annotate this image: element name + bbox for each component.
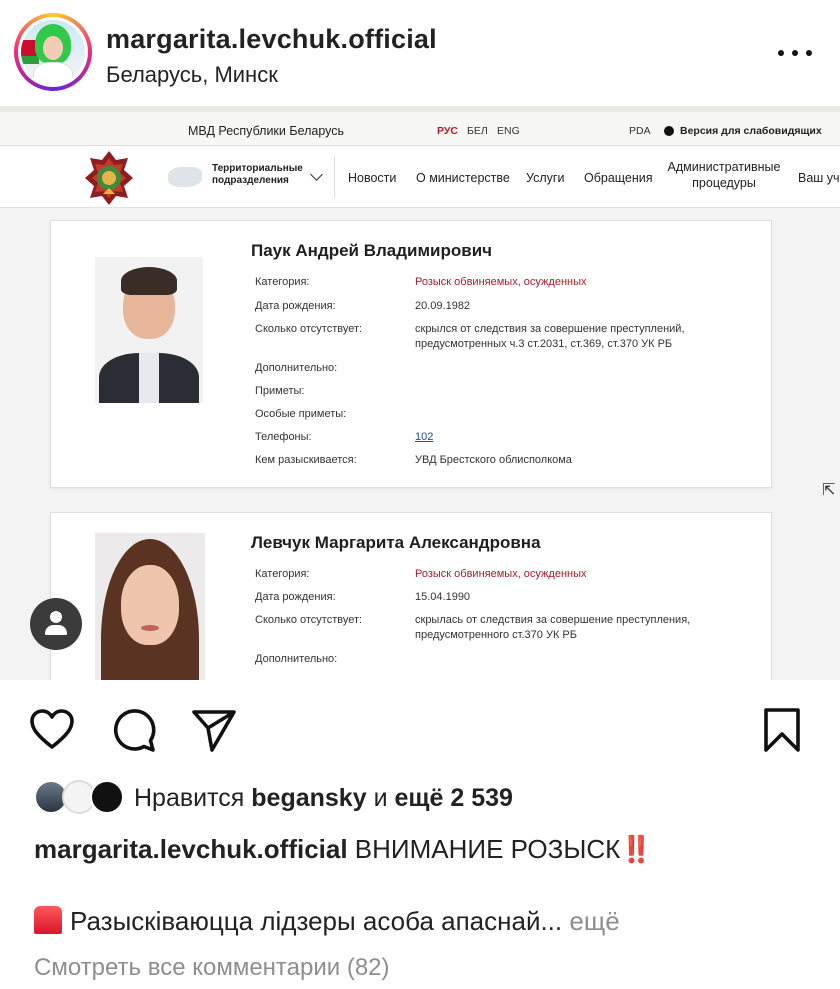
chevron-down-icon: [310, 168, 323, 181]
caption-more-link[interactable]: ещё: [569, 906, 619, 936]
nav-news: Новости: [348, 171, 397, 185]
label-extra: Дополнительно:: [255, 362, 338, 374]
person-photo: [95, 257, 203, 403]
value-birth: 15.04.1990: [415, 591, 471, 603]
post-image[interactable]: МВД Республики Беларусь РУС БЕЛ ENG PDA …: [0, 106, 840, 680]
wanted-card: Левчук Маргарита Александровна Категория…: [50, 512, 772, 680]
value-phones: 102: [415, 431, 434, 443]
person-name: Паук Андрей Владимирович: [251, 241, 493, 260]
likes-prefix: Нравится: [134, 784, 245, 812]
likes-text[interactable]: Нравится beganskу и ещё 2 539: [134, 784, 513, 813]
label-signs: Приметы:: [255, 385, 305, 397]
label-category: Категория:: [255, 276, 310, 288]
more-dots-icon[interactable]: [778, 50, 812, 58]
label-special: Особые приметы:: [255, 408, 347, 420]
caption-line2: Разыскiваюцца лiдзеры асоба апаснай... е…: [34, 906, 620, 937]
nav-services: Услуги: [526, 171, 565, 185]
heart-icon[interactable]: [28, 706, 76, 754]
site-title: МВД Республики Беларусь: [188, 124, 345, 138]
likes-row[interactable]: Нравится beganskу и ещё 2 539: [0, 778, 840, 818]
caption-line2-text: Разыскiваюцца лiдзеры асоба апаснай...: [70, 906, 563, 936]
nav-appeals: Обращения: [584, 171, 653, 185]
profile-avatar[interactable]: [14, 13, 92, 91]
likes-count[interactable]: ещё 2 539: [395, 784, 513, 812]
lang-bel: БЕЛ: [467, 125, 488, 137]
site-topbar: МВД Республики Беларусь РУС БЕЛ ENG PDA …: [0, 106, 840, 146]
site-nav: Территориальные подразделения Новости О м…: [0, 146, 840, 208]
send-icon[interactable]: [190, 706, 238, 754]
view-comments-link[interactable]: Смотреть все комментарии (82): [34, 954, 390, 982]
label-extra: Дополнительно:: [255, 653, 338, 665]
tagged-user-icon[interactable]: [30, 598, 82, 650]
wanted-card: Паук Андрей Владимирович Категория: Розы…: [50, 220, 772, 488]
label-phones: Телефоны:: [255, 431, 312, 443]
caption-text: ВНИМАНИЕ РОЗЫСК: [354, 834, 621, 864]
value-absent-line2: предусмотренных ч.3 ст.2031, ст.369, ст.…: [415, 338, 673, 350]
map-icon: [168, 167, 202, 187]
post-header: margarita.levchuk.official Беларусь, Мин…: [0, 0, 840, 106]
label-absent: Сколько отсутствует:: [255, 323, 363, 335]
label-birth: Дата рождения:: [255, 300, 336, 312]
lang-rus: РУС: [437, 125, 458, 137]
siren-icon: [34, 906, 62, 934]
value-searched-by: УВД Брестского облисполкома: [415, 454, 572, 466]
value-absent-line1: скрылся от следствия за совершение прест…: [415, 323, 685, 335]
cursor-icon: ⇱: [822, 482, 836, 499]
territorial-dropdown: Территориальные подразделения: [212, 163, 303, 186]
nav-cabinet: Ваш уча: [798, 171, 840, 185]
likes-user[interactable]: beganskу: [251, 784, 366, 812]
eye-icon: [664, 126, 674, 136]
mvd-emblem-icon: [85, 151, 133, 205]
likes-middle: и: [373, 784, 388, 812]
person-photo: [95, 533, 205, 680]
lang-eng: ENG: [497, 125, 520, 137]
comment-icon[interactable]: [110, 706, 158, 754]
caption: margarita.levchuk.official ВНИМАНИЕ РОЗЫ…: [34, 834, 653, 865]
post-actions: [0, 680, 840, 780]
nav-admin-procedures: Административные процедуры: [667, 160, 781, 190]
caption-username[interactable]: margarita.levchuk.official: [34, 834, 348, 864]
person-name: Левчук Маргарита Александровна: [251, 533, 541, 552]
bookmark-icon[interactable]: [758, 706, 806, 754]
value-birth: 20.09.1982: [415, 300, 471, 312]
label-birth: Дата рождения:: [255, 591, 336, 603]
post-location[interactable]: Беларусь, Минск: [106, 62, 278, 88]
pda-link: PDA: [629, 125, 651, 137]
value-absent-line1: скрылась от следствия за совершение прес…: [415, 614, 691, 626]
caption-emoji: ‼️: [620, 834, 653, 864]
post-username[interactable]: margarita.levchuk.official: [106, 24, 437, 55]
label-absent: Сколько отсутствует:: [255, 614, 363, 626]
nav-ministry: О министерстве: [416, 171, 510, 185]
label-searched-by: Кем разыскивается:: [255, 454, 357, 466]
liker-avatar: [90, 780, 124, 814]
label-category: Категория:: [255, 568, 310, 580]
value-category: Розыск обвиняемых, осужденных: [415, 276, 587, 288]
vision-link: Версия для слабовидящих: [680, 125, 822, 137]
value-category: Розыск обвиняемых, осужденных: [415, 568, 587, 580]
value-absent-line2: предусмотренного ст.370 УК РБ: [415, 629, 577, 641]
